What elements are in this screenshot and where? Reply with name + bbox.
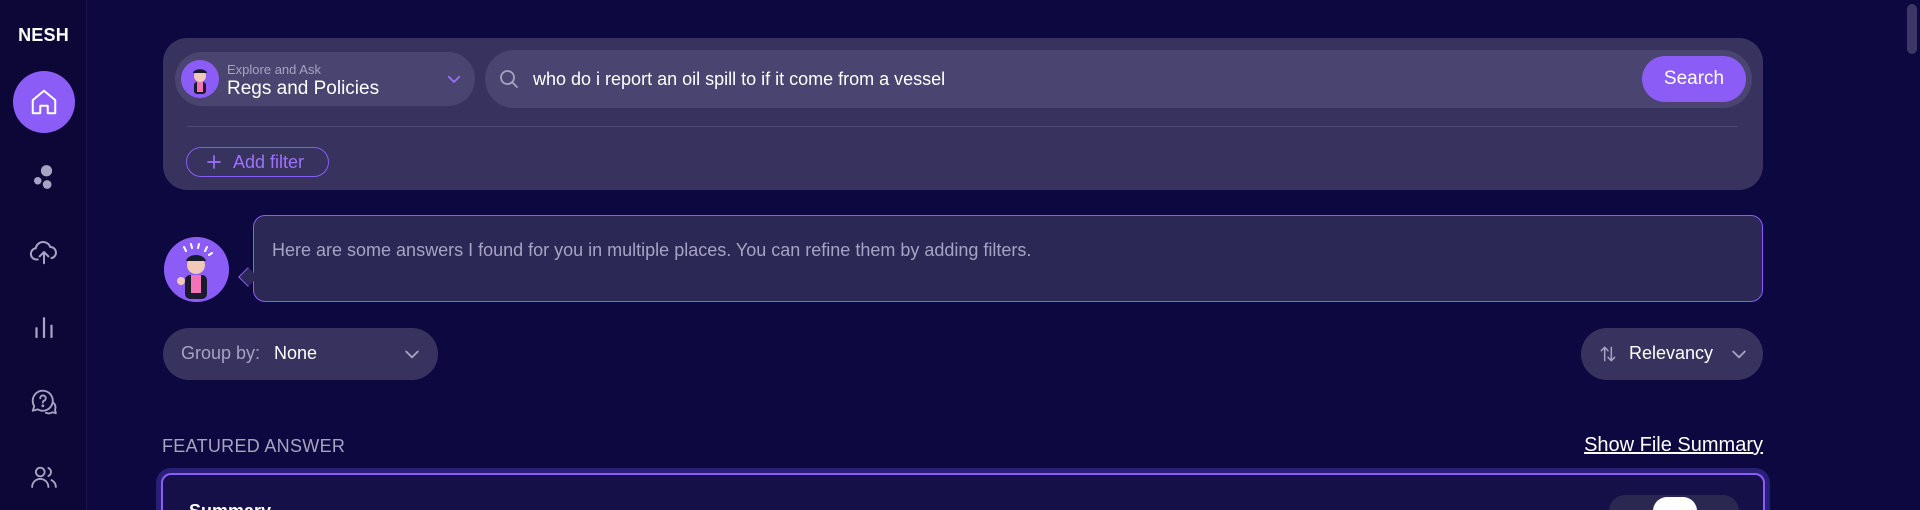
bar-chart-icon <box>35 317 53 339</box>
sort-icon <box>1600 346 1616 362</box>
search-bar: Search <box>485 50 1752 108</box>
search-button[interactable]: Search <box>1642 56 1746 102</box>
search-input[interactable] <box>533 60 1613 98</box>
featured-section-label: FEATURED ANSWER <box>162 436 346 456</box>
divider <box>187 126 1738 127</box>
source-select[interactable]: Explore and Ask Regs and Policies <box>175 52 475 106</box>
app-logo[interactable]: NESH <box>0 25 87 46</box>
show-file-summary-link[interactable]: Show File Summary <box>1584 434 1763 457</box>
chevron-down-icon <box>405 350 419 359</box>
nav-home[interactable] <box>13 71 75 133</box>
chevron-down-icon <box>1732 350 1746 359</box>
assistant-message: Here are some answers I found for you in… <box>272 240 1032 260</box>
nav-collections[interactable] <box>13 146 75 208</box>
group-by-select[interactable]: Group by: None <box>163 328 438 380</box>
group-by-label: Group by: <box>181 343 261 363</box>
featured-answer-card: Summary <box>161 473 1765 510</box>
assistant-avatar <box>164 237 229 302</box>
users-icon <box>31 466 57 488</box>
source-label: Regs and Policies <box>227 78 380 99</box>
bubbles-icon <box>34 165 53 189</box>
card-title: Summary <box>189 501 271 510</box>
add-filter-label: Add filter <box>233 151 305 172</box>
search-panel: Explore and Ask Regs and Policies Search… <box>163 38 1763 190</box>
add-filter-button[interactable]: Add filter <box>186 147 329 177</box>
search-icon <box>500 70 518 88</box>
character-avatar-icon <box>164 237 229 302</box>
nav-upload[interactable] <box>13 221 75 283</box>
nav-analytics[interactable] <box>13 296 75 358</box>
card-toggle[interactable] <box>1609 495 1739 510</box>
assistant-message-bubble: Here are some answers I found for you in… <box>253 215 1763 302</box>
help-chat-icon <box>31 389 57 415</box>
nav-users[interactable] <box>13 446 75 508</box>
assistant-avatar-small <box>181 60 219 98</box>
plus-icon <box>207 155 221 169</box>
sort-label: Relevancy <box>1629 343 1714 363</box>
nav-help[interactable] <box>13 371 75 433</box>
home-icon <box>31 89 57 115</box>
character-avatar-icon <box>181 60 219 98</box>
group-by-value: None <box>274 343 318 363</box>
toggle-knob <box>1653 497 1697 510</box>
sidebar: NESH <box>0 0 87 510</box>
scrollbar[interactable] <box>1904 0 1920 510</box>
chevron-down-icon <box>447 75 461 83</box>
sort-select[interactable]: Relevancy <box>1581 328 1763 380</box>
source-sublabel: Explore and Ask <box>227 62 321 77</box>
upload-icon <box>29 240 57 265</box>
scrollbar-thumb[interactable] <box>1907 4 1917 54</box>
